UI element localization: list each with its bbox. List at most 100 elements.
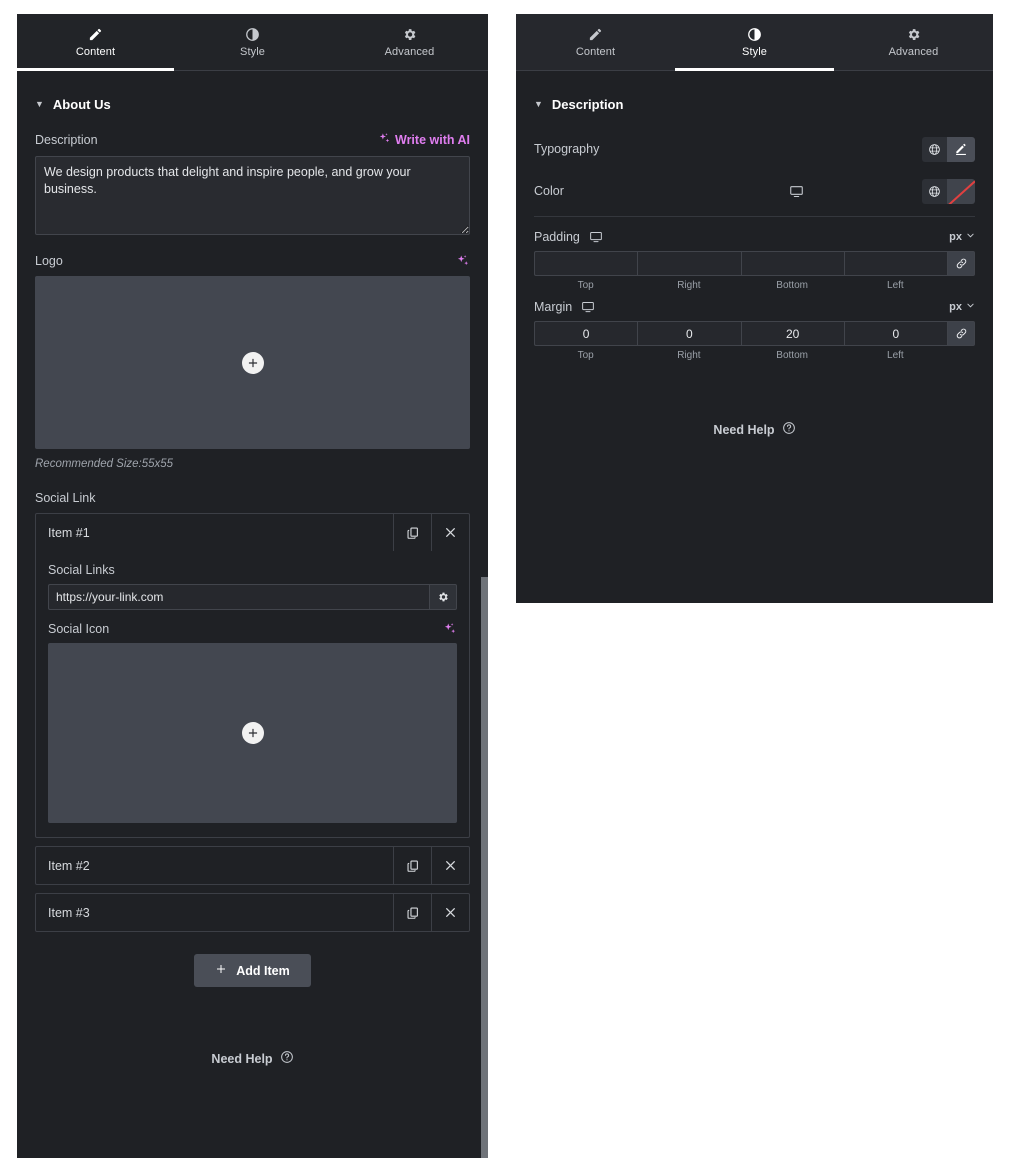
- duplicate-icon[interactable]: [393, 894, 431, 931]
- color-controls: [922, 178, 975, 204]
- link-options-gear-icon[interactable]: [429, 584, 457, 610]
- social-link-item-2-title[interactable]: Item #2: [36, 847, 393, 884]
- margin-right-input[interactable]: [637, 321, 741, 346]
- desktop-device-icon[interactable]: [581, 300, 595, 314]
- tab-advanced[interactable]: Advanced: [331, 14, 488, 70]
- margin-label: Margin: [534, 300, 573, 314]
- section-about-us[interactable]: ▼ About Us: [35, 71, 470, 132]
- tab-style[interactable]: Style: [174, 14, 331, 70]
- add-item-wrap: Add Item: [35, 940, 470, 987]
- caret-down-icon: ▼: [35, 99, 44, 109]
- tab-content-label: Content: [75, 45, 116, 58]
- duplicate-icon[interactable]: [393, 847, 431, 884]
- tab-content[interactable]: Content: [17, 14, 174, 71]
- logo-size-hint: Recommended Size:55x55: [35, 458, 174, 470]
- social-link-item-1: Item #1 Social Links https://your-link.c…: [35, 513, 470, 838]
- social-icon-ai-sparkle-icon[interactable]: [443, 622, 457, 636]
- padding-link-values-icon[interactable]: [947, 251, 975, 276]
- social-icon-field-head: Social Icon: [48, 622, 457, 636]
- plus-icon: [215, 963, 227, 978]
- gear-icon: [906, 27, 921, 42]
- chevron-down-icon: [966, 301, 975, 313]
- gear-icon: [402, 27, 417, 42]
- content-scroll-track[interactable]: [481, 71, 488, 1158]
- padding-label: Padding: [534, 230, 580, 244]
- pencil-icon: [588, 27, 603, 42]
- add-item-button[interactable]: Add Item: [194, 954, 311, 987]
- desktop-device-icon[interactable]: [589, 230, 603, 244]
- color-label: Color: [534, 184, 564, 198]
- padding-left-label: Left: [887, 280, 904, 291]
- margin-left-label: Left: [887, 350, 904, 361]
- social-links-label: Social Links: [48, 563, 115, 577]
- margin-bottom-label: Bottom: [776, 350, 808, 361]
- social-links-input[interactable]: [48, 584, 429, 610]
- margin-top-input[interactable]: [534, 321, 638, 346]
- tab-style-label: Style: [742, 45, 767, 58]
- need-help-label: Need Help: [211, 1051, 273, 1066]
- social-links-input-group: [48, 584, 457, 610]
- logo-upload-area[interactable]: [35, 276, 470, 449]
- social-icon-upload-area[interactable]: [48, 643, 457, 823]
- description-textarea[interactable]: [35, 156, 470, 235]
- write-with-ai-label: Write with AI: [395, 133, 470, 147]
- social-link-item-1-head: Item #1: [36, 514, 469, 551]
- question-mark-icon: [280, 1050, 294, 1067]
- social-link-item-1-body: Social Links Social Icon: [36, 551, 469, 837]
- margin-unit-select[interactable]: px: [949, 301, 975, 313]
- need-help-content[interactable]: Need Help: [35, 1050, 470, 1067]
- need-help-style[interactable]: Need Help: [534, 421, 975, 438]
- section-description[interactable]: ▼ Description: [534, 71, 975, 132]
- duplicate-icon[interactable]: [393, 514, 431, 551]
- contrast-icon: [245, 27, 260, 42]
- social-link-label: Social Link: [35, 491, 96, 505]
- padding-bottom-label: Bottom: [776, 280, 808, 291]
- remove-icon[interactable]: [431, 514, 469, 551]
- padding-head: Padding px: [534, 221, 975, 251]
- color-swatch-empty[interactable]: [947, 178, 975, 204]
- social-link-item-2-head: Item #2: [36, 847, 469, 884]
- margin-right-label: Right: [677, 350, 701, 361]
- social-link-item-1-title[interactable]: Item #1: [36, 514, 393, 551]
- padding-right-label: Right: [677, 280, 701, 291]
- sparkle-icon: [378, 132, 391, 148]
- typography-edit-pencil-icon[interactable]: [947, 136, 975, 162]
- remove-icon[interactable]: [431, 847, 469, 884]
- style-divider: [534, 216, 975, 217]
- content-scrollbar-thumb[interactable]: [481, 577, 488, 1158]
- tab-style[interactable]: Style: [675, 14, 834, 71]
- social-link-item-2: Item #2: [35, 846, 470, 885]
- add-item-label: Add Item: [236, 963, 290, 978]
- tab-advanced[interactable]: Advanced: [834, 14, 993, 70]
- padding-top-input[interactable]: [534, 251, 638, 276]
- description-label: Description: [35, 133, 98, 147]
- write-with-ai-button[interactable]: Write with AI: [378, 132, 470, 148]
- padding-top-label: Top: [577, 280, 594, 291]
- margin-left-input[interactable]: [843, 321, 947, 346]
- color-row: Color: [534, 174, 975, 208]
- content-settings-panel: Content Style Advanced ▼ About Us Descri…: [17, 14, 488, 1158]
- tab-content-label: Content: [575, 45, 616, 58]
- section-description-label: Description: [551, 97, 624, 112]
- style-panel-body: ▼ Description Typography Color Padding p…: [516, 71, 993, 438]
- padding-left-input[interactable]: [843, 251, 947, 276]
- margin-link-values-icon[interactable]: [947, 321, 975, 346]
- margin-head: Margin px: [534, 291, 975, 321]
- tab-content[interactable]: Content: [516, 14, 675, 70]
- style-panel-tabs: Content Style Advanced: [516, 14, 993, 71]
- logo-label: Logo: [35, 254, 63, 268]
- logo-ai-sparkle-icon[interactable]: [456, 254, 470, 268]
- desktop-device-icon[interactable]: [789, 184, 804, 199]
- globe-icon[interactable]: [922, 136, 947, 162]
- screenshot-stage: Content Style Advanced ▼ About Us Descri…: [0, 0, 1013, 1175]
- tab-advanced-label: Advanced: [384, 45, 435, 58]
- padding-bottom-input[interactable]: [740, 251, 844, 276]
- globe-icon[interactable]: [922, 178, 947, 204]
- typography-label: Typography: [534, 142, 600, 156]
- padding-unit-select[interactable]: px: [949, 231, 975, 243]
- remove-icon[interactable]: [431, 894, 469, 931]
- margin-bottom-input[interactable]: [740, 321, 844, 346]
- padding-right-input[interactable]: [637, 251, 741, 276]
- social-link-item-3-title[interactable]: Item #3: [36, 894, 393, 931]
- typography-controls: [922, 136, 975, 162]
